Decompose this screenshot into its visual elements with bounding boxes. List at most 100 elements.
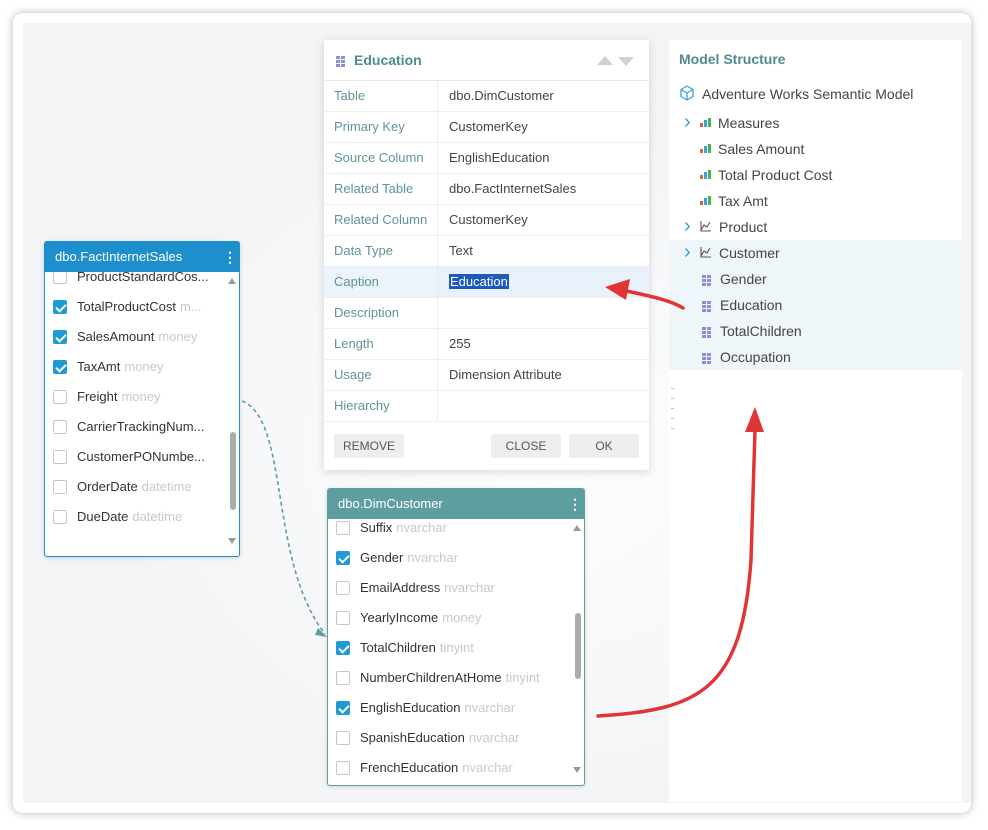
field-type: m... xyxy=(180,299,202,314)
bar-chart-icon xyxy=(700,117,711,127)
field-name: YearlyIncome xyxy=(360,610,439,625)
scroll-down-icon[interactable] xyxy=(228,538,236,544)
property-value[interactable]: 255 xyxy=(437,329,649,359)
property-row[interactable]: Data Type Text xyxy=(324,236,649,267)
property-row[interactable]: Hierarchy xyxy=(324,391,649,422)
field-checkbox[interactable] xyxy=(53,419,67,434)
scroll-up-icon[interactable] xyxy=(228,278,236,284)
attribute-grid-icon xyxy=(336,55,345,67)
fact-table-title: dbo.FactInternetSales xyxy=(55,249,183,264)
field-row[interactable]: CustomerPONumbe... xyxy=(53,446,209,468)
chevron-right-icon[interactable]: › xyxy=(684,110,694,134)
property-value[interactable]: Education xyxy=(437,267,649,297)
move-up-icon[interactable] xyxy=(597,56,613,65)
dim-field-list[interactable]: Suffix nvarchar Gender nvarchar EmailAddress… xyxy=(328,519,584,785)
property-value[interactable]: EnglishEducation xyxy=(437,143,649,173)
field-row[interactable]: OrderDate datetime xyxy=(53,476,192,498)
field-checkbox[interactable] xyxy=(53,479,67,494)
move-down-icon[interactable] xyxy=(618,57,634,66)
field-checkbox[interactable] xyxy=(53,329,67,344)
fact-table-header[interactable]: dbo.FactInternetSales ⋮ xyxy=(45,242,239,272)
attribute-properties-dialog: Education Table dbo.DimCustomer Primary Ke… xyxy=(324,40,649,470)
ok-button[interactable]: OK xyxy=(569,434,639,458)
field-row[interactable]: EmailAddress nvarchar xyxy=(336,577,495,599)
field-checkbox[interactable] xyxy=(53,299,67,314)
field-checkbox[interactable] xyxy=(336,610,350,625)
field-row[interactable]: ProductStandardCos... xyxy=(53,272,213,288)
dim-table-widget[interactable]: dbo.DimCustomer ⋮ Suffix nvarchar Gender nv… xyxy=(327,488,585,786)
fact-field-list[interactable]: ProductStandardCos... TotalProductCost m..… xyxy=(45,272,239,556)
field-row[interactable]: EnglishEducation nvarchar xyxy=(336,697,515,719)
field-checkbox[interactable] xyxy=(336,580,350,595)
caption-input-selection[interactable]: Education xyxy=(449,274,509,289)
field-checkbox[interactable] xyxy=(53,389,67,404)
field-row[interactable]: TotalProductCost m... xyxy=(53,296,202,318)
chevron-right-icon[interactable]: › xyxy=(684,214,694,238)
property-value[interactable] xyxy=(437,298,649,328)
tree-item-label: Product xyxy=(719,219,768,235)
property-value[interactable]: dbo.FactInternetSales xyxy=(437,174,649,204)
field-row[interactable]: Suffix nvarchar xyxy=(336,519,447,539)
field-name: EnglishEducation xyxy=(360,700,461,715)
property-value[interactable]: Dimension Attribute xyxy=(437,360,649,390)
more-options-icon[interactable]: ⋮ xyxy=(568,489,582,519)
scroll-up-icon[interactable] xyxy=(573,525,581,531)
field-checkbox[interactable] xyxy=(336,670,350,685)
close-button[interactable]: CLOSE xyxy=(491,434,561,458)
scrollbar-thumb[interactable] xyxy=(230,432,236,510)
field-row[interactable]: Freight money xyxy=(53,386,161,408)
field-checkbox[interactable] xyxy=(336,760,350,775)
field-row[interactable]: NumberChildrenAtHome tinyint xyxy=(336,667,540,689)
property-label: Usage xyxy=(334,367,372,382)
field-checkbox[interactable] xyxy=(336,640,350,655)
property-value[interactable]: Text xyxy=(437,236,649,266)
scroll-down-icon[interactable] xyxy=(573,767,581,773)
field-row[interactable]: DueDate datetime xyxy=(53,506,182,528)
field-row[interactable]: SalesAmount money xyxy=(53,326,197,348)
fact-table-widget[interactable]: dbo.FactInternetSales ⋮ ProductStandardC… xyxy=(44,241,240,557)
field-checkbox[interactable] xyxy=(336,550,350,565)
field-name: Gender xyxy=(360,550,404,565)
field-checkbox[interactable] xyxy=(53,359,67,374)
property-row[interactable]: Primary Key CustomerKey xyxy=(324,112,649,143)
property-row[interactable]: Table dbo.DimCustomer xyxy=(324,81,649,112)
property-row[interactable]: Description xyxy=(324,298,649,329)
field-type: money xyxy=(442,610,482,625)
property-row[interactable]: Length 255 xyxy=(324,329,649,360)
field-name: OrderDate xyxy=(77,479,138,494)
field-row[interactable]: YearlyIncome money xyxy=(336,607,481,629)
property-value[interactable]: dbo.DimCustomer xyxy=(437,81,649,111)
property-row[interactable]: Related Column CustomerKey xyxy=(324,205,649,236)
field-row[interactable]: TaxAmt money xyxy=(53,356,163,378)
field-checkbox[interactable] xyxy=(53,509,67,524)
property-row[interactable]: Related Table dbo.FactInternetSales xyxy=(324,174,649,205)
property-value[interactable]: CustomerKey xyxy=(437,205,649,235)
field-row[interactable]: SpanishEducation nvarchar xyxy=(336,727,519,749)
more-options-icon[interactable]: ⋮ xyxy=(223,242,237,272)
model-root-node[interactable]: Adventure Works Semantic Model xyxy=(679,84,913,104)
property-value[interactable] xyxy=(437,391,649,421)
field-checkbox[interactable] xyxy=(336,700,350,715)
dim-table-header[interactable]: dbo.DimCustomer ⋮ xyxy=(328,489,584,519)
property-value[interactable]: CustomerKey xyxy=(437,112,649,142)
field-checkbox[interactable] xyxy=(53,449,67,464)
field-name: SalesAmount xyxy=(77,329,155,344)
panel-splitter[interactable] xyxy=(671,388,674,436)
field-row[interactable]: Gender nvarchar xyxy=(336,547,458,569)
field-row[interactable]: TotalChildren tinyint xyxy=(336,637,474,659)
property-row[interactable]: Caption Education xyxy=(324,267,649,298)
scrollbar-thumb[interactable] xyxy=(575,613,581,679)
property-row[interactable]: Usage Dimension Attribute xyxy=(324,360,649,391)
tree-item-label: Education xyxy=(720,297,783,313)
field-type: nvarchar xyxy=(396,520,447,535)
field-checkbox[interactable] xyxy=(336,730,350,745)
remove-button[interactable]: REMOVE xyxy=(334,434,404,458)
field-checkbox[interactable] xyxy=(53,272,67,284)
property-row[interactable]: Source Column EnglishEducation xyxy=(324,143,649,174)
chevron-right-icon[interactable]: › xyxy=(684,240,694,264)
field-row[interactable]: FrenchEducation nvarchar xyxy=(336,757,513,779)
property-label: Related Column xyxy=(334,212,428,227)
property-label: Description xyxy=(334,305,400,320)
field-row[interactable]: CarrierTrackingNum... xyxy=(53,416,208,438)
field-checkbox[interactable] xyxy=(336,520,350,535)
